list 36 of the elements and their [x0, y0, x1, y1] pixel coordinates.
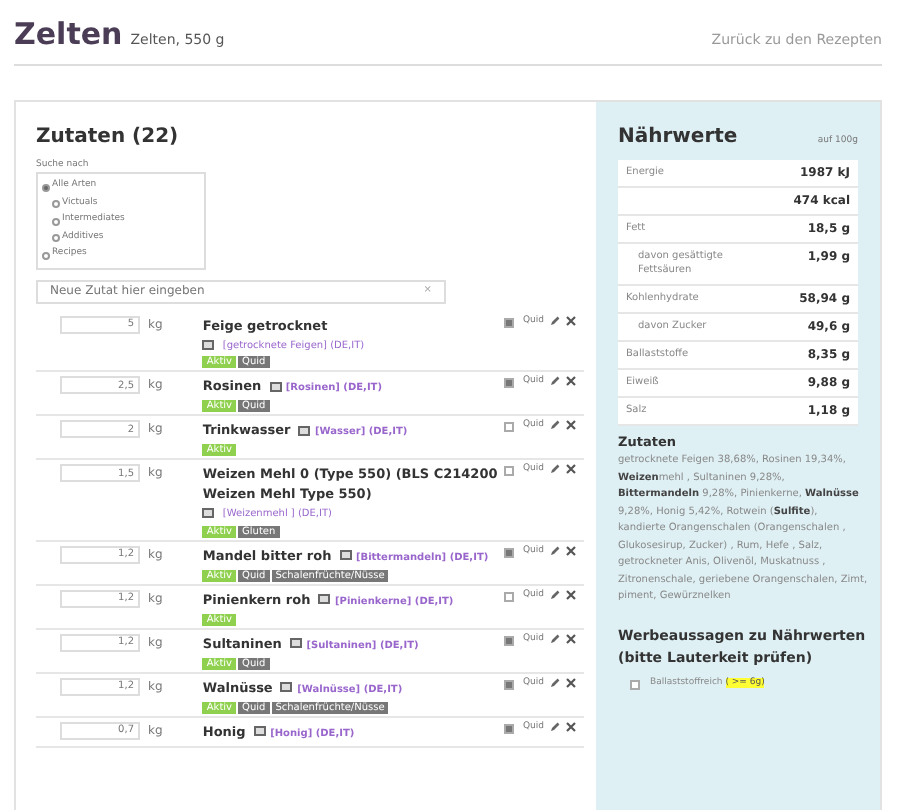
pencil-icon[interactable] — [550, 315, 560, 326]
pencil-icon[interactable] — [550, 633, 560, 644]
nutrition-heading: Nährwerte — [618, 123, 738, 151]
pencil-icon[interactable] — [550, 589, 560, 600]
image-icon[interactable] — [202, 508, 215, 519]
claim-checkbox[interactable] — [630, 679, 640, 690]
pencil-icon[interactable] — [550, 721, 560, 732]
image-icon[interactable] — [289, 638, 302, 649]
ingredients-heading: Zutaten (22) — [36, 123, 181, 151]
image-icon[interactable] — [339, 550, 352, 561]
image-icon[interactable] — [269, 381, 282, 392]
image-icon[interactable] — [318, 594, 331, 605]
close-icon[interactable] — [566, 420, 576, 431]
radio-button[interactable] — [52, 217, 60, 225]
radio-button[interactable] — [42, 251, 50, 259]
close-icon[interactable] — [566, 315, 576, 326]
pencil-icon[interactable] — [550, 464, 560, 475]
close-icon[interactable] — [566, 545, 576, 556]
radio-button[interactable] — [52, 200, 60, 208]
close-icon[interactable] — [566, 464, 576, 475]
radio-button[interactable] — [52, 234, 60, 242]
recipe-title: Zelten — [14, 14, 123, 56]
close-icon[interactable] — [566, 589, 576, 600]
close-icon[interactable] — [566, 376, 576, 387]
image-icon[interactable] — [298, 425, 311, 436]
close-icon[interactable] — [566, 677, 576, 688]
pencil-icon[interactable] — [550, 376, 560, 387]
pencil-icon[interactable] — [550, 677, 560, 688]
image-icon[interactable] — [280, 682, 293, 693]
image-icon[interactable] — [253, 726, 266, 737]
radio-button[interactable] — [42, 183, 50, 191]
close-icon[interactable] — [566, 633, 576, 644]
close-icon[interactable] — [566, 721, 576, 732]
pencil-icon[interactable] — [550, 420, 560, 431]
image-icon[interactable] — [202, 339, 215, 350]
pencil-icon[interactable] — [550, 545, 560, 556]
